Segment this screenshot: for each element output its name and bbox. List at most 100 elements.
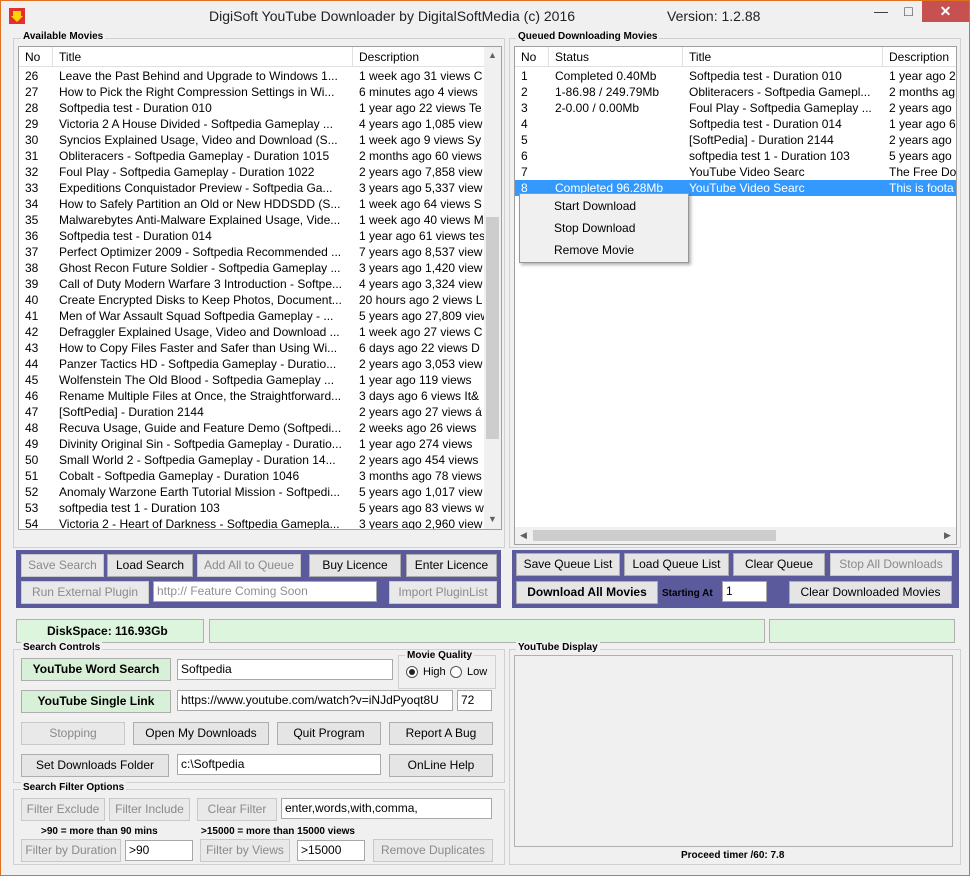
table-row[interactable]: 44 Panzer Tactics HD - Softpedia Gameplay… <box>19 356 501 372</box>
stopping-button[interactable]: Stopping <box>21 722 125 745</box>
column-header-no[interactable]: No <box>19 47 53 67</box>
report-a-bug-button[interactable]: Report A Bug <box>389 722 493 745</box>
single-link-input[interactable]: https://www.youtube.com/watch?v=iNJdPyoq… <box>177 690 453 711</box>
remove-duplicates-button[interactable]: Remove Duplicates <box>373 839 493 862</box>
table-row[interactable]: 35 Malwarebytes Anti-Malware Explained Us… <box>19 212 501 228</box>
single-link-number-input[interactable]: 72 <box>457 690 492 711</box>
row-description: 2 months ago 60 views <box>359 149 482 163</box>
table-row[interactable]: 42 Defraggler Explained Usage, Video and … <box>19 324 501 340</box>
table-row[interactable]: 39 Call of Duty Modern Warfare 3 Introduc… <box>19 276 501 292</box>
menu-item-stop-download[interactable]: Stop Download <box>554 221 635 235</box>
table-row[interactable]: 43 How to Copy Files Faster and Safer tha… <box>19 340 501 356</box>
import-pluginlist-button[interactable]: Import PluginList <box>389 581 497 604</box>
table-row[interactable]: 41 Men of War Assault Squad Softpedia Gam… <box>19 308 501 324</box>
filter-by-views-button[interactable]: Filter by Views <box>200 839 290 862</box>
save-queue-list-button[interactable]: Save Queue List <box>516 553 620 576</box>
plugin-url-input[interactable]: http:// Feature Coming Soon <box>153 581 377 602</box>
table-row[interactable]: 4 Softpedia test - Duration 014 1 year ago… <box>515 116 956 132</box>
filter-words-input[interactable]: enter,words,with,comma, <box>281 798 492 819</box>
column-header-status[interactable]: Status <box>549 47 683 67</box>
filter-include-button[interactable]: Filter Include <box>109 798 190 821</box>
youtube-single-link-button[interactable]: YouTube Single Link <box>21 690 171 713</box>
downloads-folder-input[interactable]: c:\Softpedia <box>177 754 381 775</box>
table-row[interactable]: 31 Obliteracers - Softpedia Gameplay - Du… <box>19 148 501 164</box>
table-row[interactable]: 34 How to Safely Partition an Old or New … <box>19 196 501 212</box>
close-button[interactable]: ✕ <box>922 1 969 22</box>
scroll-thumb[interactable] <box>486 217 499 439</box>
table-row[interactable]: 27 How to Pick the Right Compression Sett… <box>19 84 501 100</box>
row-no: 29 <box>25 117 39 131</box>
enter-licence-button[interactable]: Enter Licence <box>406 554 497 577</box>
table-row[interactable]: 26 Leave the Past Behind and Upgrade to W… <box>19 68 501 84</box>
open-my-downloads-button[interactable]: Open My Downloads <box>133 722 269 745</box>
column-header-title[interactable]: Title <box>53 47 353 67</box>
table-row[interactable]: 54 Victoria 2 - Heart of Darkness - Softp… <box>19 516 501 529</box>
scroll-down-icon[interactable]: ▼ <box>484 514 501 524</box>
table-row[interactable]: 50 Small World 2 - Softpedia Gameplay - D… <box>19 452 501 468</box>
available-vertical-scrollbar[interactable]: ▲ ▼ <box>484 47 501 529</box>
table-row[interactable]: 45 Wolfenstein The Old Blood - Softpedia … <box>19 372 501 388</box>
table-row[interactable]: 52 Anomaly Warzone Earth Tutorial Mission… <box>19 484 501 500</box>
available-movies-list[interactable]: No Title Description 26 Leave the Past Be… <box>18 46 502 530</box>
scroll-up-icon[interactable]: ▲ <box>484 50 501 60</box>
table-row[interactable]: 47 [SoftPedia] - Duration 2144 2 years ag… <box>19 404 501 420</box>
run-external-plugin-button[interactable]: Run External Plugin <box>21 581 149 604</box>
buy-licence-button[interactable]: Buy Licence <box>309 554 401 577</box>
download-all-movies-button[interactable]: Download All Movies <box>516 581 658 604</box>
table-row[interactable]: 7 YouTube Video Searc The Free Do <box>515 164 956 180</box>
queued-horizontal-scrollbar[interactable]: ◀ ▶ <box>515 527 956 544</box>
table-row[interactable]: 1 Completed 0.40Mb Softpedia test - Durati… <box>515 68 956 84</box>
quality-low-radio[interactable] <box>450 666 462 678</box>
menu-item-start-download[interactable]: Start Download <box>554 199 636 213</box>
column-header-description[interactable]: Description <box>883 47 956 67</box>
column-header-no[interactable]: No <box>515 47 549 67</box>
clear-downloaded-movies-button[interactable]: Clear Downloaded Movies <box>789 581 952 604</box>
table-row[interactable]: 5 [SoftPedia] - Duration 2144 2 years ago <box>515 132 956 148</box>
duration-filter-input[interactable]: >90 <box>125 840 193 861</box>
filter-by-duration-button[interactable]: Filter by Duration <box>21 839 121 862</box>
maximize-button[interactable]: □ <box>895 1 922 22</box>
add-all-to-queue-button[interactable]: Add All to Queue <box>197 554 301 577</box>
online-help-button[interactable]: OnLine Help <box>389 754 493 777</box>
row-title: Obliteracers - Softpedia Gameplay - Dura… <box>59 149 330 163</box>
menu-item-remove-movie[interactable]: Remove Movie <box>554 243 634 257</box>
table-row[interactable]: 32 Foul Play - Softpedia Gameplay - Durat… <box>19 164 501 180</box>
table-row[interactable]: 33 Expeditions Conquistador Preview - Sof… <box>19 180 501 196</box>
views-filter-input[interactable]: >15000 <box>297 840 365 861</box>
table-row[interactable]: 49 Divinity Original Sin - Softpedia Game… <box>19 436 501 452</box>
column-header-description[interactable]: Description <box>353 47 501 67</box>
table-row[interactable]: 6 softpedia test 1 - Duration 103 5 years … <box>515 148 956 164</box>
table-row[interactable]: 40 Create Encrypted Disks to Keep Photos,… <box>19 292 501 308</box>
scroll-thumb[interactable] <box>533 530 776 541</box>
table-row[interactable]: 53 softpedia test 1 - Duration 103 5 years… <box>19 500 501 516</box>
queued-movies-list[interactable]: No Status Title Description 1 Completed 0… <box>514 46 957 545</box>
word-search-input[interactable]: Softpedia <box>177 659 393 680</box>
table-row[interactable]: 3 2-0.00 / 0.00Mb Foul Play - Softpedia Ga… <box>515 100 956 116</box>
table-row[interactable]: 2 1-86.98 / 249.79Mb Obliteracers - Softpe… <box>515 84 956 100</box>
quality-high-radio[interactable] <box>406 666 418 678</box>
scroll-left-icon[interactable]: ◀ <box>515 530 532 541</box>
save-search-button[interactable]: Save Search <box>21 554 104 577</box>
table-row[interactable]: 30 Syncios Explained Usage, Video and Dow… <box>19 132 501 148</box>
scroll-right-icon[interactable]: ▶ <box>939 530 956 541</box>
stop-all-downloads-button[interactable]: Stop All Downloads <box>830 553 952 576</box>
minimize-button[interactable]: — <box>867 1 895 22</box>
load-search-button[interactable]: Load Search <box>107 554 193 577</box>
starting-at-input[interactable]: 1 <box>722 581 767 602</box>
table-row[interactable]: 38 Ghost Recon Future Soldier - Softpedia… <box>19 260 501 276</box>
table-row[interactable]: 36 Softpedia test - Duration 014 1 year ag… <box>19 228 501 244</box>
column-header-title[interactable]: Title <box>683 47 883 67</box>
table-row[interactable]: 48 Recuva Usage, Guide and Feature Demo (… <box>19 420 501 436</box>
set-downloads-folder-button[interactable]: Set Downloads Folder <box>21 754 169 777</box>
clear-queue-button[interactable]: Clear Queue <box>733 553 825 576</box>
youtube-word-search-button[interactable]: YouTube Word Search <box>21 658 171 681</box>
clear-filter-button[interactable]: Clear Filter <box>197 798 277 821</box>
quit-program-button[interactable]: Quit Program <box>277 722 381 745</box>
table-row[interactable]: 37 Perfect Optimizer 2009 - Softpedia Rec… <box>19 244 501 260</box>
table-row[interactable]: 28 Softpedia test - Duration 010 1 year ag… <box>19 100 501 116</box>
filter-exclude-button[interactable]: Filter Exclude <box>21 798 105 821</box>
table-row[interactable]: 46 Rename Multiple Files at Once, the Str… <box>19 388 501 404</box>
table-row[interactable]: 29 Victoria 2 A House Divided - Softpedia… <box>19 116 501 132</box>
load-queue-list-button[interactable]: Load Queue List <box>624 553 729 576</box>
table-row[interactable]: 51 Cobalt - Softpedia Gameplay - Duration… <box>19 468 501 484</box>
